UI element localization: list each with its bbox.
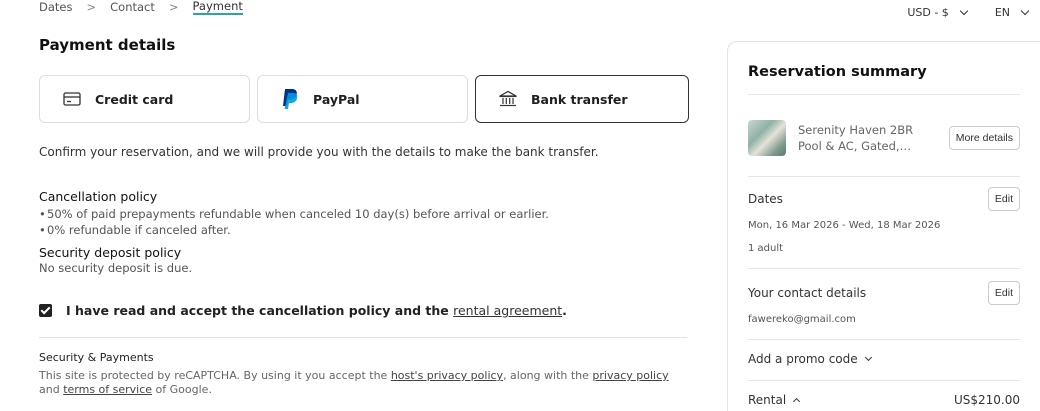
accept-policy-label: I have read and accept the cancellation … xyxy=(66,303,454,318)
payment-method-label: PayPal xyxy=(313,91,360,107)
divider xyxy=(748,339,1020,340)
payment-method-credit-card[interactable]: Credit card xyxy=(39,75,250,123)
breadcrumb-contact[interactable]: Contact xyxy=(110,0,155,14)
breadcrumb-separator: > xyxy=(86,0,97,14)
divider xyxy=(39,337,687,338)
security-text: and xyxy=(39,383,64,396)
promo-code-toggle[interactable]: Add a promo code xyxy=(748,352,1020,366)
privacy-policy-link[interactable]: privacy policy xyxy=(592,369,668,382)
breadcrumb-separator: > xyxy=(168,0,179,14)
accept-policy-row: I have read and accept the cancellation … xyxy=(39,303,689,318)
language-dropdown[interactable]: EN xyxy=(994,6,1030,19)
top-right-controls: USD - $ EN xyxy=(907,6,1030,19)
rental-toggle[interactable]: Rental xyxy=(748,393,801,407)
security-payments-text: This site is protected by reCAPTCHA. By … xyxy=(39,369,689,397)
cancellation-policy-heading: Cancellation policy xyxy=(39,189,158,204)
bank-icon xyxy=(498,89,518,109)
divider xyxy=(748,380,1020,381)
chevron-down-icon xyxy=(1020,6,1030,16)
language-label: EN xyxy=(994,6,1010,19)
reservation-summary-title: Reservation summary xyxy=(748,64,927,80)
accept-policy-checkbox[interactable] xyxy=(39,304,52,317)
dates-value: Mon, 16 Mar 2026 - Wed, 18 Mar 2026 xyxy=(748,220,941,231)
host-privacy-policy-link[interactable]: host's privacy policy xyxy=(391,369,503,382)
more-details-button[interactable]: More details xyxy=(948,126,1020,150)
guests-value: 1 adult xyxy=(748,243,784,254)
terms-of-service-link[interactable]: terms of service xyxy=(63,383,152,396)
property-name: Serenity Haven 2BR Pool & AC, Gated,… xyxy=(798,123,914,153)
divider xyxy=(748,94,1020,95)
edit-dates-button[interactable]: Edit xyxy=(987,187,1020,211)
dates-row: Dates Edit xyxy=(748,187,1020,211)
currency-dropdown[interactable]: USD - $ xyxy=(907,6,969,19)
payment-method-paypal[interactable]: PayPal xyxy=(257,75,468,123)
chevron-down-icon xyxy=(959,6,969,16)
credit-card-icon xyxy=(62,89,82,109)
security-deposit-text: No security deposit is due. xyxy=(39,261,193,275)
payment-methods: Credit card PayPal Bank transfer xyxy=(39,75,689,123)
breadcrumb-payment[interactable]: Payment xyxy=(192,0,243,15)
divider xyxy=(748,176,1020,177)
paypal-icon xyxy=(280,89,300,109)
rental-agreement-link[interactable]: rental agreement xyxy=(453,303,562,318)
page-title: Payment details xyxy=(39,36,176,54)
cancellation-policy-item: 50% of paid prepayments refundable when … xyxy=(39,206,689,222)
rental-row: Rental US$210.00 xyxy=(748,393,1020,407)
payment-main: Payment details Credit card PayPal Bank … xyxy=(39,36,689,397)
property-thumbnail xyxy=(748,120,786,156)
edit-contact-button[interactable]: Edit xyxy=(987,281,1020,305)
chevron-up-icon xyxy=(793,397,801,406)
contact-details-label: Your contact details xyxy=(748,286,867,300)
security-text: This site is protected by reCAPTCHA. By … xyxy=(39,369,391,382)
contact-email: fawereko@gmail.com xyxy=(748,314,856,325)
bank-transfer-confirm-text: Confirm your reservation, and we will pr… xyxy=(39,145,599,159)
promo-code-label: Add a promo code xyxy=(748,352,858,366)
contact-row: Your contact details Edit xyxy=(748,281,1020,305)
security-text: , along with the xyxy=(503,369,593,382)
divider xyxy=(748,268,1020,269)
dates-label: Dates xyxy=(748,192,783,206)
cancellation-policy-list: 50% of paid prepayments refundable when … xyxy=(39,206,689,238)
breadcrumb-dates[interactable]: Dates xyxy=(39,0,72,14)
payment-method-label: Credit card xyxy=(95,91,174,107)
breadcrumb: Dates > Contact > Payment xyxy=(39,0,243,15)
security-text: of Google. xyxy=(152,383,212,396)
currency-label: USD - $ xyxy=(907,6,949,19)
accept-policy-text: I have read and accept the cancellation … xyxy=(66,303,567,318)
rental-label: Rental xyxy=(748,393,787,407)
security-deposit-heading: Security deposit policy xyxy=(39,245,182,260)
chevron-down-icon xyxy=(864,353,872,362)
accept-policy-suffix: . xyxy=(562,303,567,318)
security-payments-heading: Security & Payments xyxy=(39,351,154,364)
rental-price: US$210.00 xyxy=(953,393,1020,407)
cancellation-policy-item: 0% refundable if canceled after. xyxy=(39,222,689,238)
payment-method-bank-transfer[interactable]: Bank transfer xyxy=(475,75,689,123)
reservation-summary-panel: Reservation summary Serenity Haven 2BR P… xyxy=(727,41,1040,411)
property-row: Serenity Haven 2BR Pool & AC, Gated,… Mo… xyxy=(748,106,1020,170)
payment-method-label: Bank transfer xyxy=(531,91,628,107)
